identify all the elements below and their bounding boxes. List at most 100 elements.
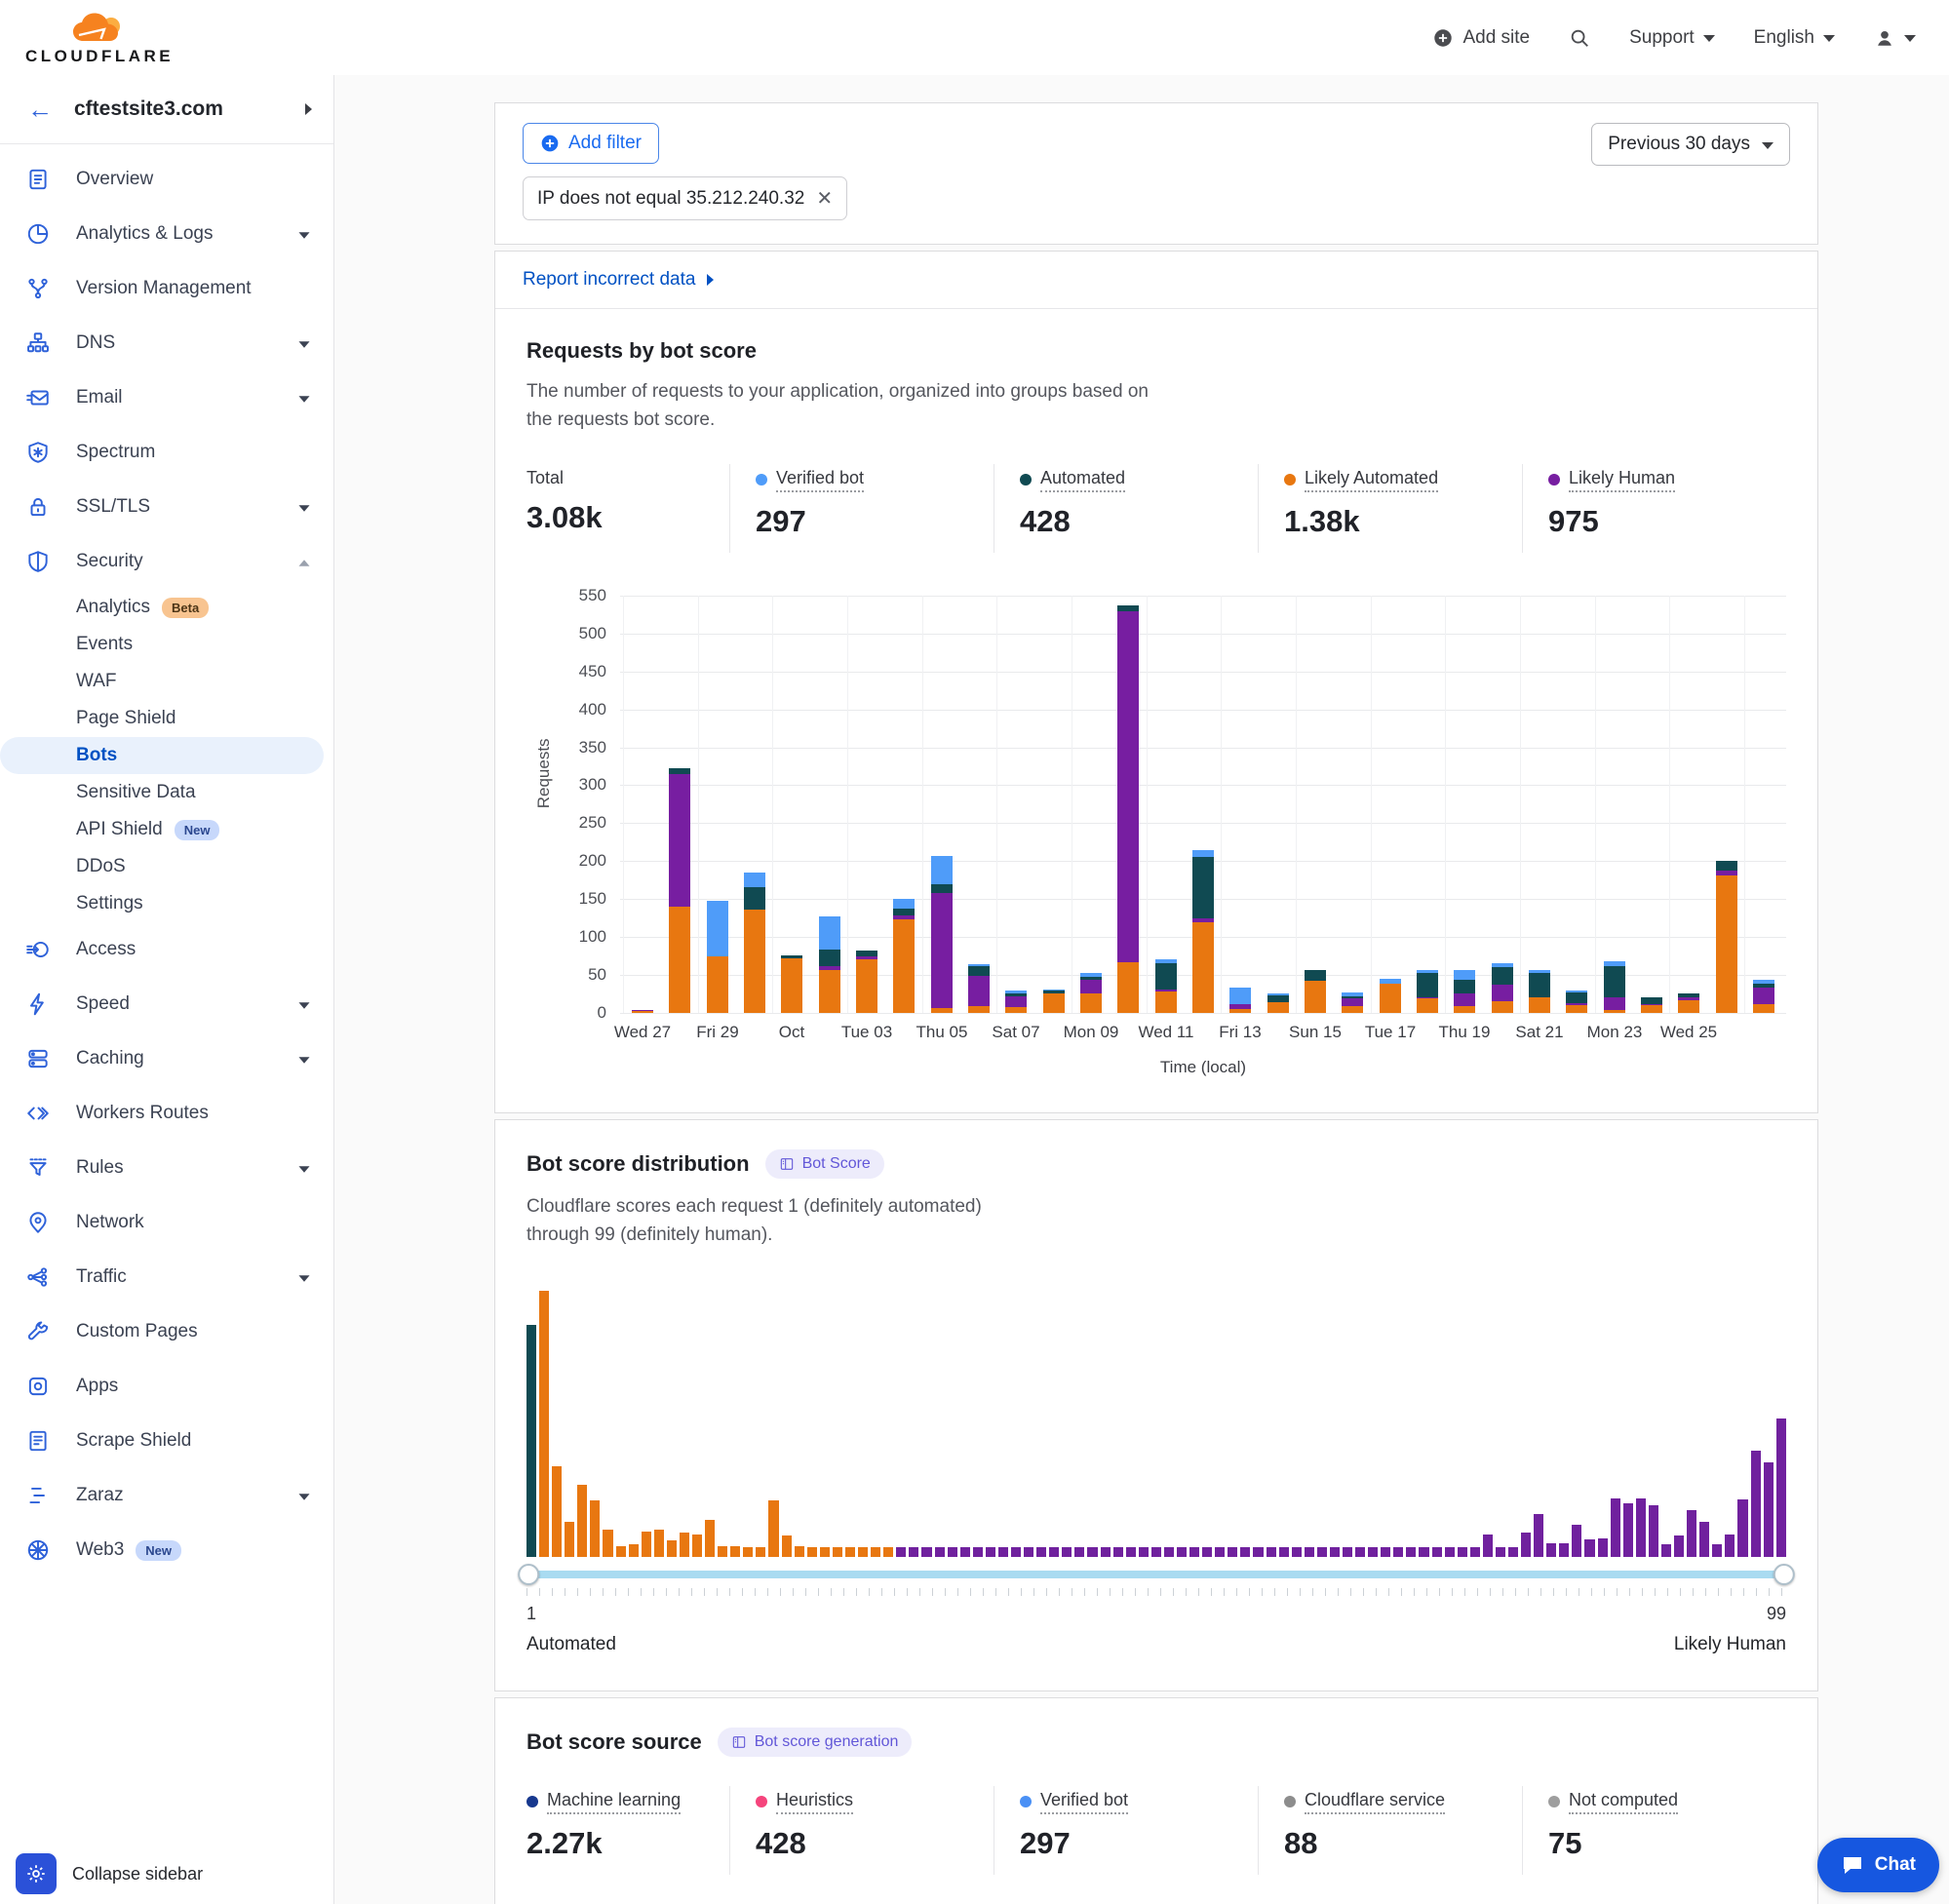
stat-likely-automated: Likely Automated1.38k: [1258, 464, 1522, 553]
stacked-bar-day-4[interactable]: [744, 873, 765, 1013]
sidebar-item-security[interactable]: Security: [0, 534, 333, 589]
stacked-bar-day-12[interactable]: [1043, 990, 1065, 1013]
chat-button[interactable]: Chat: [1817, 1838, 1939, 1892]
stacked-bar-day-1[interactable]: [632, 1010, 653, 1013]
report-incorrect-data-link[interactable]: Report incorrect data: [523, 269, 695, 291]
back-arrow-icon[interactable]: ←: [27, 95, 53, 125]
collapse-sidebar-button[interactable]: Collapse sidebar: [72, 1864, 203, 1885]
sidebar-item-caching[interactable]: Caching: [0, 1031, 333, 1086]
sidebar-subitem-waf[interactable]: WAF: [0, 663, 333, 700]
sidebar-item-workers-routes[interactable]: Workers Routes: [0, 1086, 333, 1141]
stacked-bar-day-5[interactable]: [781, 955, 802, 1013]
language-menu[interactable]: English: [1754, 27, 1835, 49]
stacked-bar-day-15[interactable]: [1155, 959, 1177, 1012]
score-range-slider[interactable]: [526, 1571, 1786, 1578]
stacked-bar-day-21[interactable]: [1380, 979, 1401, 1013]
y-tick-label: 200: [579, 851, 606, 871]
stacked-bar-day-19[interactable]: [1305, 970, 1326, 1013]
stacked-bar-day-10[interactable]: [968, 964, 990, 1013]
sidebar-subitem-analytics[interactable]: AnalyticsBeta: [0, 589, 333, 626]
add-filter-button[interactable]: Add filter: [523, 123, 659, 164]
stacked-bar-day-31[interactable]: [1753, 980, 1774, 1012]
stacked-bar-day-26[interactable]: [1566, 991, 1587, 1013]
remove-filter-icon[interactable]: ✕: [816, 186, 833, 211]
stacked-bar-day-25[interactable]: [1529, 970, 1550, 1013]
sidebar-item-email[interactable]: Email: [0, 370, 333, 425]
search-button[interactable]: [1569, 27, 1590, 49]
stacked-bar-day-7[interactable]: [856, 951, 877, 1013]
bar-segment: [1492, 1001, 1513, 1013]
stacked-bar-day-29[interactable]: [1678, 993, 1699, 1012]
bot-score-badge[interactable]: Bot Score: [765, 1149, 884, 1179]
settings-gear-button[interactable]: [16, 1853, 57, 1894]
account-menu[interactable]: [1874, 27, 1916, 49]
stacked-bar-day-20[interactable]: [1342, 992, 1363, 1013]
bot-score-generation-badge[interactable]: Bot score generation: [718, 1728, 913, 1757]
stacked-bar-day-23[interactable]: [1454, 970, 1475, 1013]
sidebar-item-ssl-tls[interactable]: SSL/TLS: [0, 480, 333, 534]
sidebar-item-scrape-shield[interactable]: Scrape Shield: [0, 1414, 333, 1468]
sidebar-subitem-ddos[interactable]: DDoS: [0, 848, 333, 885]
stacked-bar-day-9[interactable]: [931, 856, 953, 1013]
sidebar-item-web3[interactable]: Web3New: [0, 1523, 333, 1577]
filter-chip[interactable]: IP does not equal 35.212.240.32 ✕: [523, 176, 847, 220]
histogram-bar-score-10: [642, 1532, 651, 1557]
sidebar-subitem-page-shield[interactable]: Page Shield: [0, 700, 333, 737]
site-selector[interactable]: ← cftestsite3.com: [0, 75, 333, 144]
stacked-bar-day-3[interactable]: [707, 901, 728, 1013]
sidebar-item-apps[interactable]: Apps: [0, 1359, 333, 1414]
stacked-bar-day-11[interactable]: [1005, 991, 1027, 1013]
add-site-button[interactable]: Add site: [1432, 27, 1530, 49]
sidebar-subitem-settings[interactable]: Settings: [0, 885, 333, 922]
stacked-bar-day-13[interactable]: [1080, 973, 1102, 1012]
slider-handle-min[interactable]: [518, 1564, 539, 1585]
stacked-bar-day-18[interactable]: [1267, 993, 1289, 1012]
histogram-bar-score-46: [1101, 1547, 1111, 1557]
sidebar-subitem-sensitive-data[interactable]: Sensitive Data: [0, 774, 333, 811]
support-menu[interactable]: Support: [1629, 27, 1715, 49]
histogram-bar-score-89: [1649, 1505, 1658, 1557]
stacked-bar-day-2[interactable]: [669, 768, 690, 1013]
sidebar-subitem-api-shield[interactable]: API ShieldNew: [0, 811, 333, 848]
sidebar-item-speed[interactable]: Speed: [0, 977, 333, 1031]
sidebar-item-dns[interactable]: DNS: [0, 316, 333, 370]
bars-container: [620, 596, 1786, 1013]
x-tick-label: Oct: [779, 1023, 804, 1042]
stacked-bar-day-27[interactable]: [1604, 961, 1625, 1013]
sidebar-item-analytics-logs[interactable]: Analytics & Logs: [0, 207, 333, 261]
sidebar-item-spectrum[interactable]: Spectrum: [0, 425, 333, 480]
stacked-bar-day-24[interactable]: [1492, 963, 1513, 1013]
sidebar-subitem-events[interactable]: Events: [0, 626, 333, 663]
chevron-down-icon: [298, 396, 309, 402]
sidebar-item-overview[interactable]: Overview: [0, 152, 333, 207]
plus-circle-icon: [1432, 27, 1454, 49]
histogram-bar-score-2: [539, 1291, 549, 1557]
stacked-bar-day-22[interactable]: [1417, 970, 1438, 1013]
histogram-bar-score-18: [743, 1547, 753, 1557]
stacked-bar-day-30[interactable]: [1716, 861, 1737, 1013]
stacked-bar-day-8[interactable]: [893, 899, 915, 1013]
sidebar-item-custom-pages[interactable]: Custom Pages: [0, 1304, 333, 1359]
sidebar-item-rules[interactable]: Rules: [0, 1141, 333, 1195]
bar-segment: [1267, 995, 1289, 1002]
date-range-dropdown[interactable]: Previous 30 days: [1591, 123, 1790, 166]
y-tick-label: 550: [579, 586, 606, 605]
histogram-bar-score-93: [1699, 1522, 1709, 1556]
stacked-bar-day-17[interactable]: [1229, 988, 1251, 1013]
sidebar-item-zaraz[interactable]: Zaraz: [0, 1468, 333, 1523]
sidebar-item-access[interactable]: Access: [0, 922, 333, 977]
stacked-bar-day-28[interactable]: [1641, 997, 1662, 1013]
stacked-bar-day-6[interactable]: [819, 916, 840, 1013]
slider-handle-max[interactable]: [1774, 1564, 1795, 1585]
bar-segment: [1155, 991, 1177, 1013]
sidebar-item-traffic[interactable]: Traffic: [0, 1250, 333, 1304]
rules-icon: [25, 1155, 51, 1181]
bar-segment: [1454, 1006, 1475, 1013]
bot-score-histogram: [526, 1289, 1786, 1557]
sidebar-item-network[interactable]: Network: [0, 1195, 333, 1250]
stacked-bar-day-14[interactable]: [1117, 605, 1139, 1013]
histogram-bar-score-38: [998, 1547, 1008, 1557]
sidebar-item-version-management[interactable]: Version Management: [0, 261, 333, 316]
sidebar-subitem-bots[interactable]: Bots: [0, 737, 324, 774]
stacked-bar-day-16[interactable]: [1192, 850, 1214, 1013]
